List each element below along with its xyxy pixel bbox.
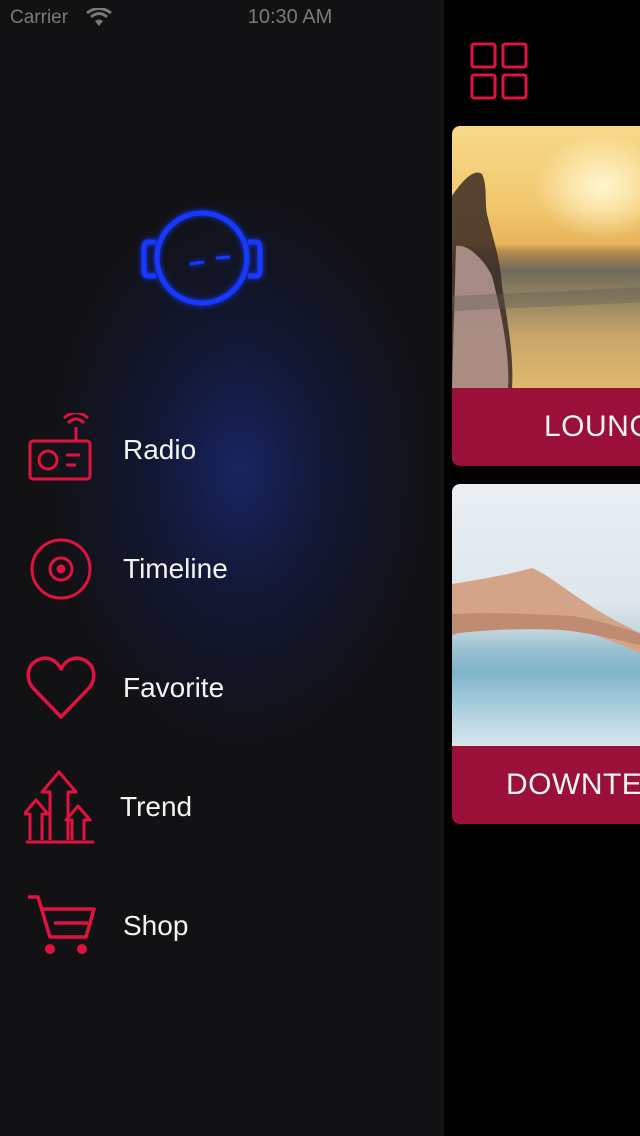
disc-icon [30, 538, 92, 600]
menu-item-label: Shop [123, 910, 189, 941]
category-card-lounge[interactable]: LOUNG [452, 126, 640, 466]
headphones-face-logo [141, 210, 263, 306]
menu-item-radio[interactable]: Radio [0, 400, 444, 500]
cart-icon [28, 895, 96, 954]
card-title: DOWNTE [452, 746, 640, 824]
menu-item-label: Timeline [123, 553, 228, 584]
card-photo [452, 484, 640, 746]
radio-icon [28, 413, 92, 481]
category-card-downtempo[interactable]: DOWNTE [452, 484, 640, 824]
menu-item-shop[interactable]: Shop [0, 876, 444, 976]
menu-item-timeline[interactable]: Timeline [0, 519, 444, 619]
menu-item-label: Favorite [123, 672, 225, 703]
menu-item-label: Radio [123, 434, 197, 465]
menu-item-trend[interactable]: Trend [0, 757, 444, 857]
card-photo [452, 126, 640, 388]
trend-arrows-icon [24, 770, 94, 844]
menu-item-favorite[interactable]: Favorite [0, 638, 444, 738]
side-drawer: Radio Timeline Favorite Trend Shop [0, 0, 444, 1136]
card-title: LOUNG [452, 388, 640, 466]
menu-item-label: Trend [120, 791, 193, 822]
heart-icon [26, 656, 96, 719]
main-content: LOUNG DOWNTE [444, 0, 640, 1136]
grid-icon[interactable] [470, 42, 528, 100]
status-bar: Carrier 10:30 AM [0, 0, 640, 36]
clock: 10:30 AM [247, 6, 333, 28]
